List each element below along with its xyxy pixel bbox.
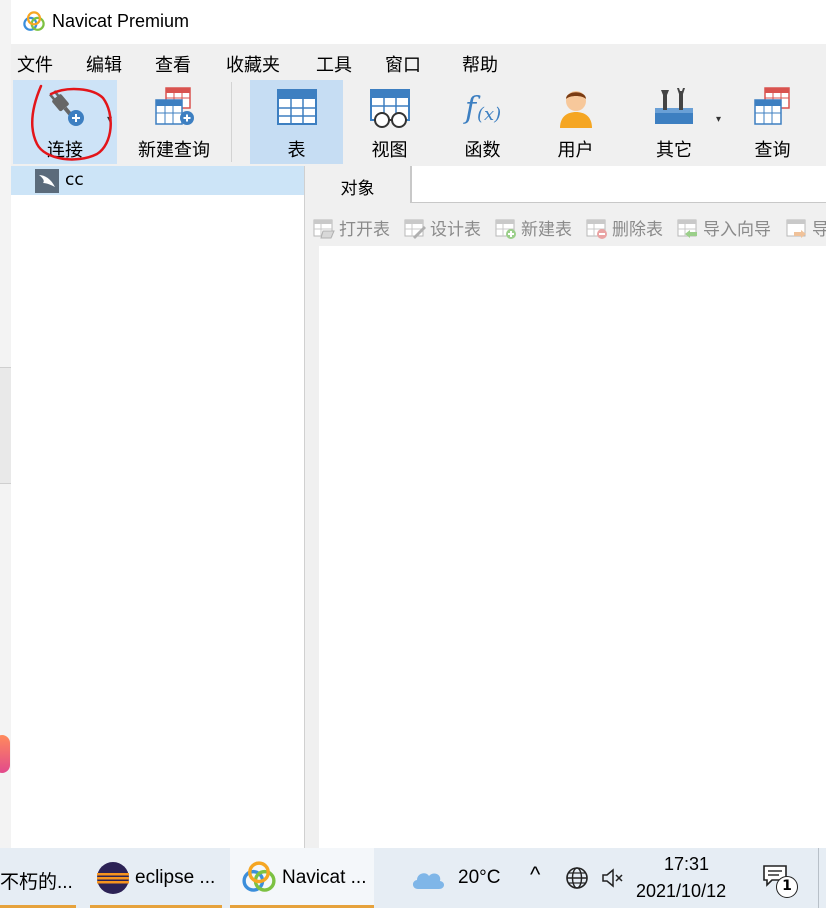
tab-objects[interactable]: 对象 [305, 166, 411, 203]
new-query-icon [155, 87, 194, 125]
network-globe-icon[interactable] [565, 866, 589, 890]
function-button[interactable]: f (x) 函数 [436, 80, 529, 164]
menu-window[interactable]: 窗口 [385, 51, 421, 77]
view-button[interactable]: 视图 [343, 80, 436, 164]
navicat-logo-icon [242, 861, 276, 892]
user-button[interactable]: 用户 [529, 80, 622, 164]
taskbar-item-label: 不朽的... [0, 872, 73, 893]
delete-table-icon [586, 219, 607, 239]
taskbar-item-label: Navicat ... [282, 867, 367, 888]
export-wizard-label: 导 [812, 220, 826, 240]
weather-cloud-icon[interactable] [410, 865, 446, 891]
menu-help[interactable]: 帮助 [462, 51, 498, 77]
menu-tools[interactable]: 工具 [316, 51, 352, 77]
toolbar-separator [231, 82, 232, 162]
new-table-icon [495, 219, 516, 239]
svg-text:(x): (x) [477, 104, 501, 125]
table-icon [276, 89, 317, 125]
background-window-panel [0, 367, 11, 484]
title-bar: Navicat Premium [11, 0, 826, 44]
navigation-pane: cc [11, 166, 305, 848]
show-hidden-icons-chevron-icon[interactable]: ^ [530, 862, 540, 888]
open-table-label: 打开表 [339, 220, 390, 240]
other-dropdown-arrow[interactable]: ▾ [716, 114, 721, 125]
view-glasses-icon [369, 89, 410, 128]
delete-table-label: 删除表 [612, 220, 663, 240]
design-table-label: 设计表 [430, 220, 481, 240]
menu-favorites[interactable]: 收藏夹 [226, 51, 280, 77]
object-pane: 对象 打开表 设计表 新建表 删除表 导入向导 导 [305, 166, 826, 848]
new-query-button[interactable]: 新建查询 [117, 80, 231, 164]
eclipse-icon [97, 862, 129, 894]
design-table-icon [404, 219, 426, 239]
import-wizard-label: 导入向导 [703, 220, 771, 240]
taskbar-item-eclipse[interactable]: eclipse ... [90, 848, 222, 908]
window-title: Navicat Premium [52, 11, 190, 31]
connection-item-cc[interactable]: cc [11, 166, 304, 195]
main-toolbar: 连接 ▾ 新建查询 表 视图 f (x) 函数 用户 其它 ▾ 查询 [11, 80, 826, 167]
annotation-circle [31, 84, 112, 161]
tab-area-empty [411, 166, 826, 203]
tools-icon [655, 88, 693, 124]
user-label: 用户 [557, 140, 594, 161]
table-button[interactable]: 表 [250, 80, 343, 164]
menu-edit[interactable]: 编辑 [86, 51, 122, 77]
clock-date[interactable]: 2021/10/12 [636, 881, 726, 902]
volume-muted-icon[interactable] [601, 867, 625, 889]
notification-center-button[interactable]: 1 [762, 864, 798, 898]
export-wizard-icon [786, 219, 806, 238]
query-icon [753, 87, 790, 125]
taskbar-item-label: eclipse ... [135, 867, 216, 888]
menu-view[interactable]: 查看 [155, 51, 191, 77]
mysql-dolphin-icon [35, 169, 59, 193]
table-label: 表 [287, 140, 306, 161]
connection-label: cc [65, 170, 84, 190]
navicat-logo-icon [23, 11, 45, 31]
object-list-area[interactable] [319, 246, 826, 848]
open-table-icon [313, 219, 335, 239]
other-button[interactable]: 其它 [622, 80, 726, 164]
taskbar-item-buxiu[interactable]: 不朽的... [0, 848, 76, 908]
taskbar-item-navicat[interactable]: Navicat ... [230, 848, 374, 908]
function-label: 函数 [464, 140, 501, 161]
query-button[interactable]: 查询 [726, 80, 819, 164]
show-desktop-button[interactable] [818, 848, 826, 908]
weather-temperature[interactable]: 20°C [458, 867, 500, 889]
background-app-icon [0, 735, 10, 773]
function-fx-icon: f (x) [463, 91, 501, 126]
new-query-label: 新建查询 [138, 140, 210, 161]
tab-objects-label: 对象 [340, 179, 375, 199]
query-label: 查询 [754, 140, 791, 161]
view-label: 视图 [371, 140, 408, 161]
new-table-label: 新建表 [521, 220, 572, 240]
notification-count-badge: 1 [776, 876, 798, 898]
navicat-window: Navicat Premium 文件 编辑 查看 收藏夹 工具 窗口 帮助 连接… [11, 0, 826, 848]
object-tab-bar: 对象 [305, 166, 826, 203]
user-icon [559, 91, 592, 128]
import-wizard-icon [677, 219, 697, 238]
menu-bar: 文件 编辑 查看 收藏夹 工具 窗口 帮助 [11, 44, 826, 80]
clock-time[interactable]: 17:31 [664, 854, 709, 875]
menu-file[interactable]: 文件 [17, 51, 53, 77]
taskbar: 不朽的... eclipse ... Navicat ... 20°C ^ 17… [0, 848, 826, 908]
other-label: 其它 [656, 140, 692, 161]
object-toolbar: 打开表 设计表 新建表 删除表 导入向导 导 [305, 204, 826, 246]
